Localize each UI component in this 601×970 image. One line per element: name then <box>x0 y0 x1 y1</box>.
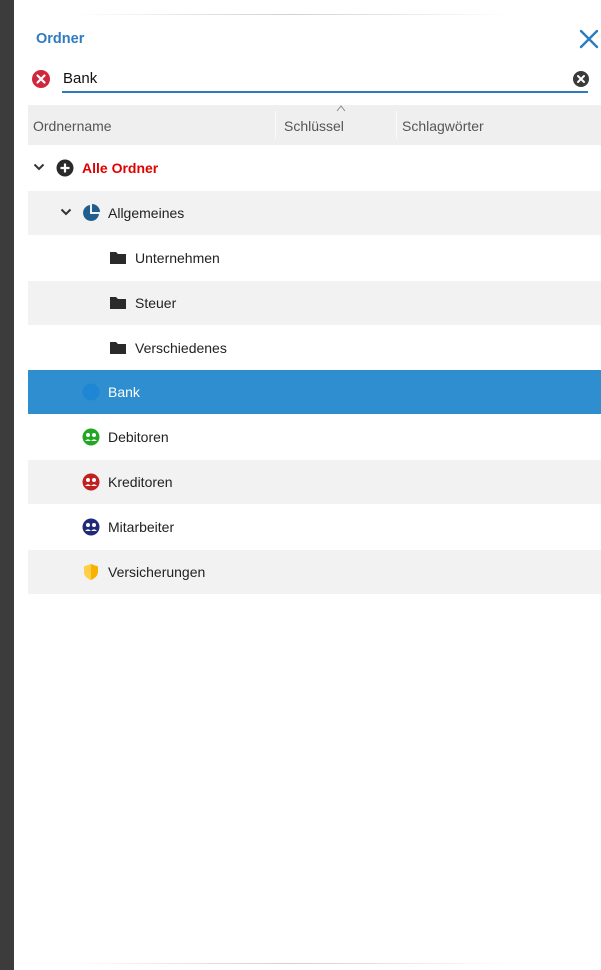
tree-row-kreditoren[interactable]: Kreditoren <box>28 460 601 504</box>
tree-row-alle-ordner[interactable]: Alle Ordner <box>28 146 601 190</box>
tree-row-label: Allgemeines <box>108 205 185 221</box>
tree-row-label: Mitarbeiter <box>108 519 175 535</box>
tree-row-label: Bank <box>108 384 140 400</box>
tree-row-debitoren[interactable]: Debitoren <box>28 415 601 459</box>
tree-row-label: Versicherungen <box>108 564 206 580</box>
pie-chart-icon <box>83 204 100 221</box>
group-icon <box>82 518 100 536</box>
plus-circle-icon <box>56 159 74 177</box>
tree-row-label: Debitoren <box>108 429 169 445</box>
tree-row-versicherungen[interactable]: Versicherungen <box>28 550 601 594</box>
panel-header: Ordner <box>28 22 601 56</box>
search-clear-button[interactable] <box>573 71 589 87</box>
tree-row-label: Steuer <box>135 295 177 311</box>
close-icon <box>579 29 599 49</box>
left-edge-bar <box>0 0 14 970</box>
folder-panel: Ordner Ordnername Schlüssel Schlagwörter <box>28 0 601 970</box>
tree-row-steuer[interactable]: Steuer <box>28 281 601 325</box>
group-icon <box>82 428 100 446</box>
tree-row-label: Alle Ordner <box>82 160 159 176</box>
tree-row-mitarbeiter[interactable]: Mitarbeiter <box>28 505 601 549</box>
tree-row-label: Unternehmen <box>135 250 220 266</box>
tree-row-verschiedenes[interactable]: Verschiedenes <box>28 326 601 370</box>
error-circle-icon <box>32 70 50 88</box>
tree-row-label: Kreditoren <box>108 474 173 490</box>
shield-icon <box>84 564 98 580</box>
tree-row-bank[interactable]: Bank <box>28 370 601 414</box>
folder-icon <box>110 297 126 309</box>
group-icon <box>82 473 100 491</box>
close-button[interactable] <box>577 27 601 51</box>
column-header-schlagwoerter[interactable]: Schlagwörter <box>402 118 484 134</box>
bank-icon <box>82 383 100 401</box>
tree-row-allgemeines[interactable]: Allgemeines <box>28 191 601 235</box>
chevron-down-icon[interactable] <box>60 207 72 217</box>
search-row <box>28 66 601 96</box>
chevron-down-icon[interactable] <box>33 162 45 172</box>
search-input[interactable] <box>62 66 588 93</box>
tree-row-label: Verschiedenes <box>135 340 227 356</box>
panel-title: Ordner <box>36 31 85 47</box>
sort-ascending-icon <box>336 105 346 112</box>
column-divider[interactable] <box>396 111 397 139</box>
column-header-ordnername[interactable]: Ordnername <box>33 118 112 134</box>
column-divider[interactable] <box>275 111 276 139</box>
table-header: Ordnername Schlüssel Schlagwörter <box>28 105 601 145</box>
folder-icon <box>110 252 126 264</box>
clear-icon <box>573 71 589 87</box>
folder-icon <box>110 342 126 354</box>
tree-row-unternehmen[interactable]: Unternehmen <box>28 236 601 280</box>
column-header-schluessel[interactable]: Schlüssel <box>284 118 344 134</box>
